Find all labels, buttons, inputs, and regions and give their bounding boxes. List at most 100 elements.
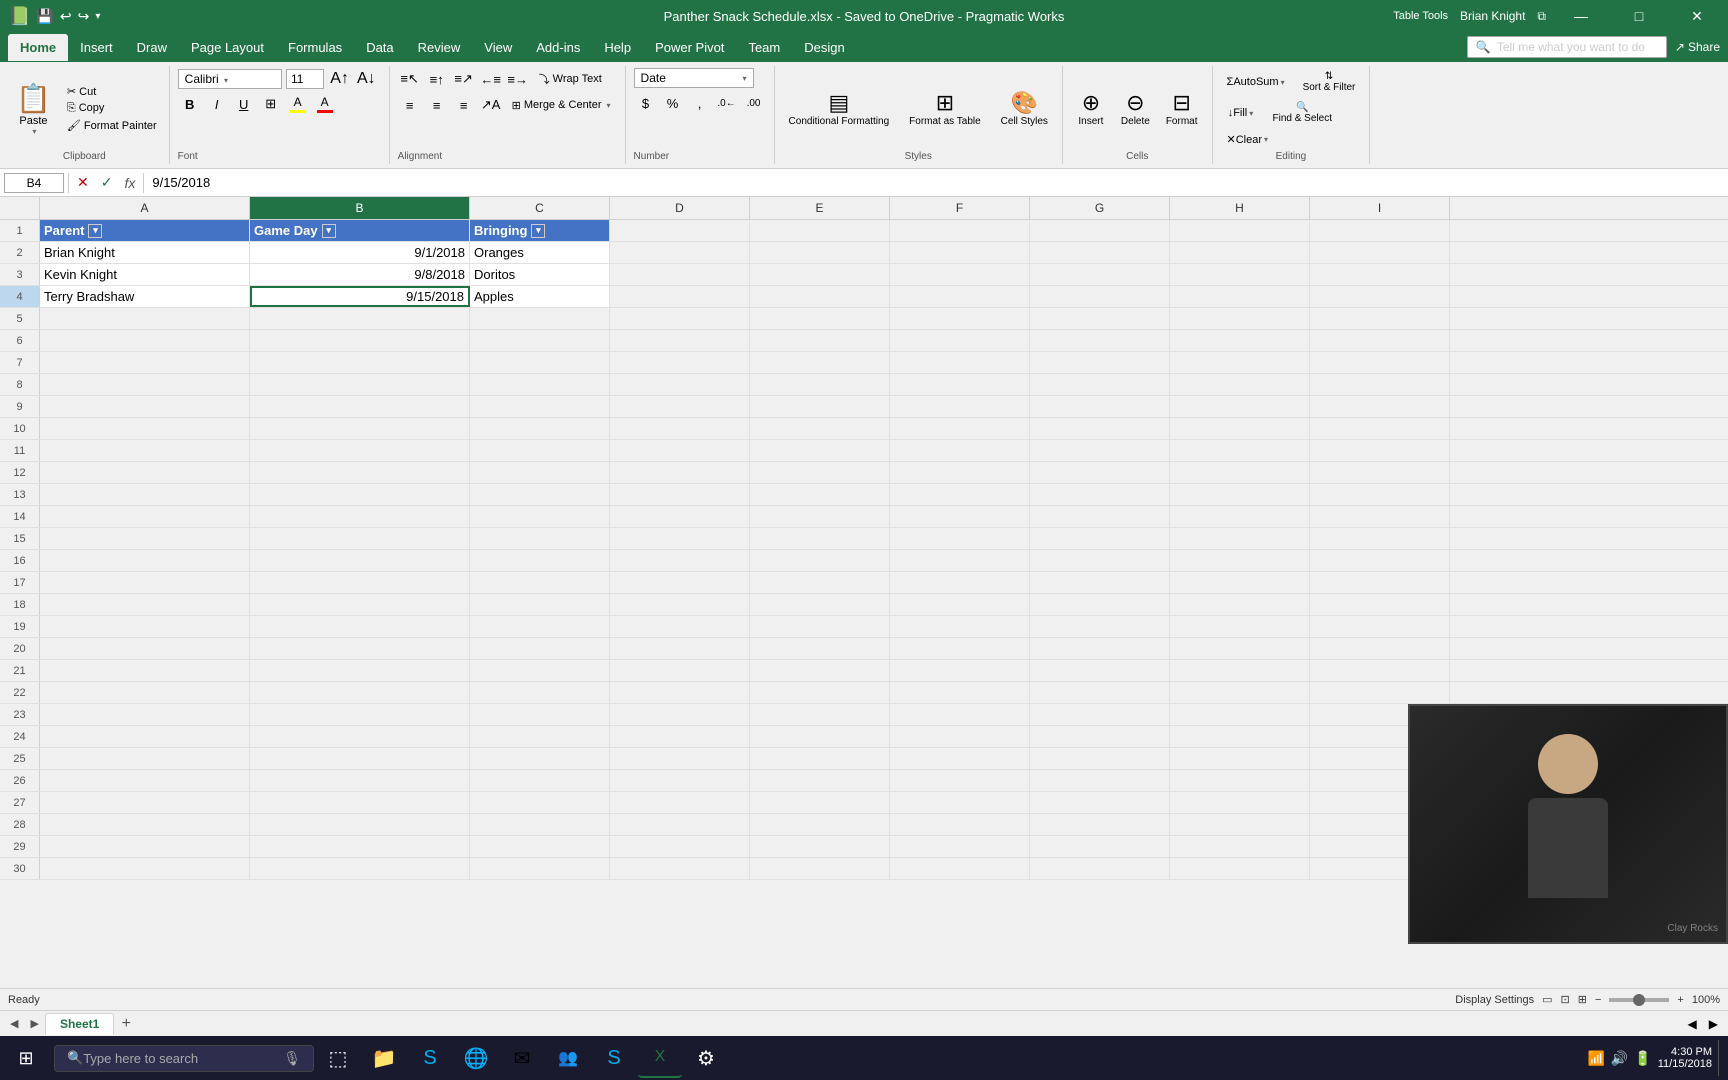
cell-g27[interactable] [1030,792,1170,813]
cell-b6[interactable] [250,330,470,351]
view-layout-icon[interactable]: ⊡ [1561,993,1570,1006]
cell-i4[interactable] [1310,286,1450,307]
filter-icon-b1[interactable]: ▾ [322,224,336,238]
fill-button[interactable]: ↓ Fill ▾ [1221,99,1261,127]
cell-a14[interactable] [40,506,250,527]
settings-button[interactable]: ⚙ [684,1038,728,1078]
cell-b11[interactable] [250,440,470,461]
cell-a1[interactable]: Parent ▾ [40,220,250,241]
row-num-23[interactable]: 23 [0,704,40,725]
cell-h11[interactable] [1170,440,1310,461]
tab-data[interactable]: Data [354,34,405,61]
display-settings-label[interactable]: Display Settings [1455,994,1534,1006]
col-header-g[interactable]: G [1030,197,1170,219]
skype-button[interactable]: S [408,1038,452,1078]
skype2-button[interactable]: S [592,1038,636,1078]
cell-h29[interactable] [1170,836,1310,857]
cell-h2[interactable] [1170,242,1310,263]
row-num-9[interactable]: 9 [0,396,40,417]
row-num-14[interactable]: 14 [0,506,40,527]
cell-c22[interactable] [470,682,610,703]
cell-b25[interactable] [250,748,470,769]
cell-b14[interactable] [250,506,470,527]
cell-h13[interactable] [1170,484,1310,505]
number-format-dropdown[interactable]: Date ▾ [634,68,754,88]
cell-d23[interactable] [610,704,750,725]
cell-d30[interactable] [610,858,750,879]
cell-h18[interactable] [1170,594,1310,615]
cell-b12[interactable] [250,462,470,483]
view-normal-icon[interactable]: ▭ [1542,993,1552,1006]
cell-c14[interactable] [470,506,610,527]
tab-power-pivot[interactable]: Power Pivot [643,34,736,61]
scroll-sheets-left[interactable]: ◀ [4,1015,24,1032]
cell-i17[interactable] [1310,572,1450,593]
cell-i15[interactable] [1310,528,1450,549]
task-view-button[interactable]: ⬚ [316,1038,360,1078]
cell-g1[interactable] [1030,220,1170,241]
cell-e11[interactable] [750,440,890,461]
restore-icon[interactable]: ⧉ [1537,9,1546,24]
cell-g14[interactable] [1030,506,1170,527]
cell-f11[interactable] [890,440,1030,461]
cell-b24[interactable] [250,726,470,747]
cell-g25[interactable] [1030,748,1170,769]
taskbar-search[interactable]: 🔍 Type here to search 🎙 [54,1045,314,1072]
cell-h3[interactable] [1170,264,1310,285]
cell-g26[interactable] [1030,770,1170,791]
format-as-table-button[interactable]: ⊞ Format as Table [903,74,987,144]
font-shrink-button[interactable]: A↓ [355,68,378,90]
font-grow-button[interactable]: A↑ [328,68,351,90]
row-num-1[interactable]: 1 [0,220,40,241]
paste-button[interactable]: 📋 Paste ▾ [8,78,59,140]
col-header-e[interactable]: E [750,197,890,219]
cell-h17[interactable] [1170,572,1310,593]
cell-h5[interactable] [1170,308,1310,329]
chrome-button[interactable]: 🌐 [454,1038,498,1078]
orient-text-button[interactable]: ↗A [479,94,503,116]
cell-h22[interactable] [1170,682,1310,703]
cell-a28[interactable] [40,814,250,835]
maximize-button[interactable]: □ [1616,0,1662,32]
cell-i5[interactable] [1310,308,1450,329]
cell-f14[interactable] [890,506,1030,527]
cell-i14[interactable] [1310,506,1450,527]
cell-h9[interactable] [1170,396,1310,417]
cell-g5[interactable] [1030,308,1170,329]
indent-increase-button[interactable]: ≡→ [506,68,530,90]
cell-g8[interactable] [1030,374,1170,395]
cell-i10[interactable] [1310,418,1450,439]
cell-f17[interactable] [890,572,1030,593]
cell-g24[interactable] [1030,726,1170,747]
cell-g12[interactable] [1030,462,1170,483]
cell-g19[interactable] [1030,616,1170,637]
cell-f26[interactable] [890,770,1030,791]
network-icon[interactable]: 📶 [1587,1050,1604,1067]
cell-d10[interactable] [610,418,750,439]
cell-c17[interactable] [470,572,610,593]
cell-e5[interactable] [750,308,890,329]
cell-a23[interactable] [40,704,250,725]
cell-e28[interactable] [750,814,890,835]
cell-c18[interactable] [470,594,610,615]
customize-qat[interactable]: ▾ [95,11,100,22]
cell-c25[interactable] [470,748,610,769]
cell-reference-box[interactable]: B4 [4,173,64,193]
cell-f18[interactable] [890,594,1030,615]
cell-g10[interactable] [1030,418,1170,439]
row-num-25[interactable]: 25 [0,748,40,769]
cell-h8[interactable] [1170,374,1310,395]
col-header-h[interactable]: H [1170,197,1310,219]
cell-b7[interactable] [250,352,470,373]
row-num-2[interactable]: 2 [0,242,40,263]
cell-e23[interactable] [750,704,890,725]
row-num-16[interactable]: 16 [0,550,40,571]
row-num-24[interactable]: 24 [0,726,40,747]
cell-c16[interactable] [470,550,610,571]
clear-button[interactable]: ✕ Clear ▾ [1221,130,1275,149]
cell-g22[interactable] [1030,682,1170,703]
cell-c10[interactable] [470,418,610,439]
cell-a8[interactable] [40,374,250,395]
bold-button[interactable]: B [178,93,202,115]
conditional-formatting-button[interactable]: ▤ Conditional Formatting [783,74,896,144]
